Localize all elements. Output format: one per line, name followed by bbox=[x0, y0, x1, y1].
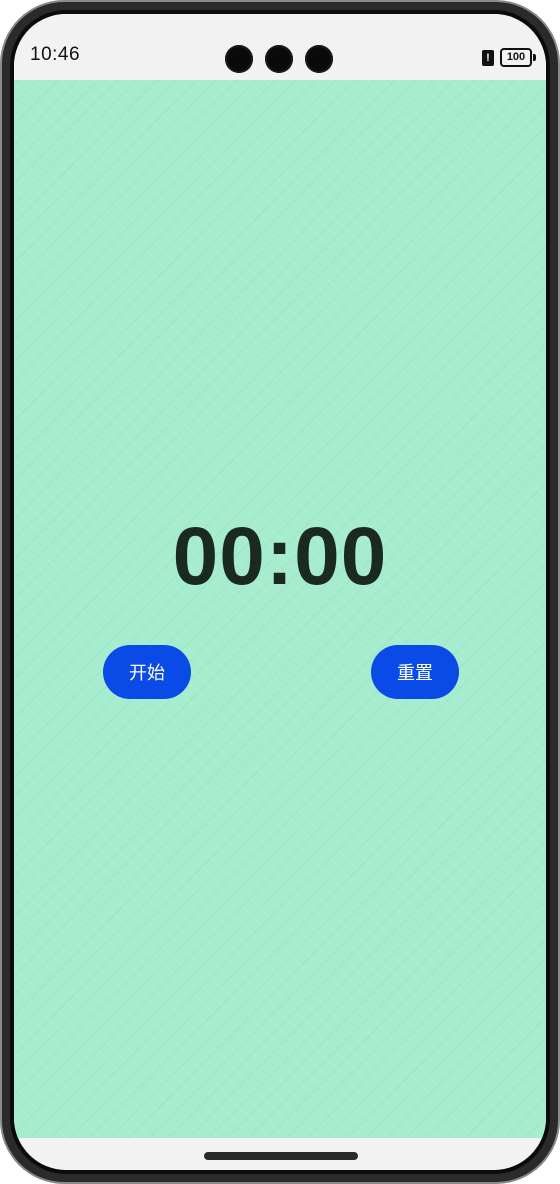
status-bar: 10:46 ! 100 bbox=[14, 14, 546, 80]
camera-icon bbox=[225, 45, 253, 73]
camera-icon bbox=[265, 45, 293, 73]
battery-level: 100 bbox=[500, 48, 532, 67]
camera-icon bbox=[305, 45, 333, 73]
timer-display: 00:00 bbox=[172, 511, 388, 602]
alert-icon: ! bbox=[482, 49, 494, 66]
start-button[interactable]: 开始 bbox=[103, 645, 191, 699]
reset-button[interactable]: 重置 bbox=[371, 645, 459, 699]
stopwatch-app: 00:00 开始 重置 bbox=[14, 80, 546, 1138]
battery-icon: 100 bbox=[500, 48, 536, 67]
home-indicator[interactable] bbox=[204, 1152, 358, 1160]
camera-cutout bbox=[225, 45, 333, 73]
status-indicators: ! 100 bbox=[482, 48, 536, 67]
status-time: 10:46 bbox=[30, 44, 81, 65]
phone-bezel: 10:46 ! 100 00:00 开始 重置 bbox=[10, 10, 550, 1174]
battery-cap bbox=[533, 54, 536, 61]
phone-frame: 10:46 ! 100 00:00 开始 重置 bbox=[0, 0, 560, 1184]
phone-screen: 10:46 ! 100 00:00 开始 重置 bbox=[14, 14, 546, 1170]
